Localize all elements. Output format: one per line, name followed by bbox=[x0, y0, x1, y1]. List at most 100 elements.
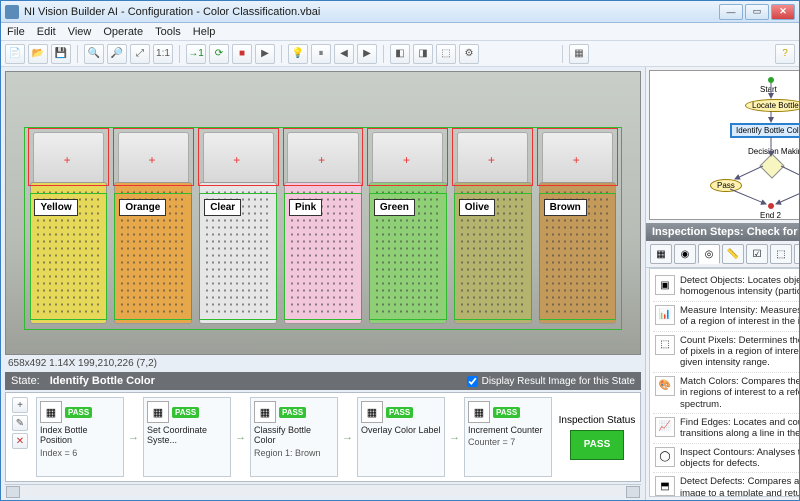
step-icon[interactable]: ▶ bbox=[255, 44, 275, 64]
tab-7[interactable]: ⇄ bbox=[794, 244, 799, 264]
tab-6[interactable]: ⬚ bbox=[770, 244, 792, 264]
bottle-label: Yellow bbox=[34, 199, 77, 216]
tool-b-icon[interactable]: ◨ bbox=[413, 44, 433, 64]
inspection-item-icon: ⬚ bbox=[655, 335, 675, 355]
inspection-item-text: Inspect Contours: Analyses the contour o… bbox=[680, 447, 799, 470]
close-button[interactable]: ✕ bbox=[771, 4, 795, 20]
maximize-button[interactable]: ▭ bbox=[745, 4, 769, 20]
new-icon[interactable]: 📄 bbox=[5, 44, 25, 64]
bottle-label: Brown bbox=[544, 199, 587, 216]
image-status: 658x492 1.14X 199,210,226 (7,2) bbox=[5, 357, 641, 370]
tab-1[interactable]: ▦ bbox=[650, 244, 672, 264]
next-icon[interactable]: ▶ bbox=[357, 44, 377, 64]
open-icon[interactable]: 📂 bbox=[28, 44, 48, 64]
bottle-4: + Green bbox=[367, 132, 448, 324]
tab-4[interactable]: 📏 bbox=[722, 244, 744, 264]
tab-2[interactable]: ◉ bbox=[674, 244, 696, 264]
inspection-item-4[interactable]: 📈 Find Edges: Locates and counts intensi… bbox=[653, 414, 799, 444]
window-title: NI Vision Builder AI - Configuration - C… bbox=[24, 6, 719, 18]
bottle-3: + Pink bbox=[283, 132, 364, 324]
pause-icon[interactable]: ⏸ bbox=[311, 44, 331, 64]
inspection-status-result: PASS bbox=[570, 430, 624, 460]
tool-d-icon[interactable]: ⚙ bbox=[459, 44, 479, 64]
step-3[interactable]: ▦PASS Overlay Color Label bbox=[357, 397, 445, 477]
light-icon[interactable]: 💡 bbox=[288, 44, 308, 64]
step-4[interactable]: ▦PASS Increment Counter Counter = 7 bbox=[464, 397, 552, 477]
inspection-item-0[interactable]: ▣ Detect Objects: Locates objects of hom… bbox=[653, 272, 799, 302]
image-viewer[interactable]: + Yellow + Orange + Clear + Pink + Green… bbox=[5, 71, 641, 355]
title-bar[interactable]: NI Vision Builder AI - Configuration - C… bbox=[1, 1, 799, 23]
panel-toggle-icon[interactable]: ▦ bbox=[569, 44, 589, 64]
inspection-tabs: ▦ ◉ ◎ 📏 ☑ ⬚ ⇄ ⚙ ✎ bbox=[646, 241, 799, 268]
flowchart[interactable]: Start Locate Bottle End Identify Bottle … bbox=[649, 70, 799, 220]
bottle-1: + Orange bbox=[113, 132, 194, 324]
menu-edit[interactable]: Edit bbox=[37, 26, 56, 38]
save-icon[interactable]: 💾 bbox=[51, 44, 71, 64]
zoom-100-icon[interactable]: 1:1 bbox=[153, 44, 173, 64]
stop-icon[interactable]: ■ bbox=[232, 44, 252, 64]
bottle-label: Green bbox=[374, 199, 415, 216]
run-loop-icon[interactable]: ⟳ bbox=[209, 44, 229, 64]
inspection-item-3[interactable]: 🎨 Match Colors: Compares the color conte… bbox=[653, 373, 799, 414]
step-icon: ▦ bbox=[147, 401, 169, 423]
inspection-item-text: Detect Defects: Compares areas of an ima… bbox=[680, 476, 799, 497]
step-pass: PASS bbox=[65, 407, 92, 418]
strip-edit-icon[interactable]: ✎ bbox=[12, 415, 28, 431]
prev-icon[interactable]: ◀ bbox=[334, 44, 354, 64]
tab-3[interactable]: ◎ bbox=[698, 244, 720, 264]
step-name: Overlay Color Label bbox=[361, 425, 441, 435]
strip-del-icon[interactable]: ✕ bbox=[12, 433, 28, 449]
zoom-in-icon[interactable]: 🔍 bbox=[84, 44, 104, 64]
inspection-item-icon: ⬒ bbox=[655, 476, 675, 496]
display-result-input[interactable] bbox=[467, 376, 478, 387]
inspection-item-icon: 🎨 bbox=[655, 376, 675, 396]
tool-c-icon[interactable]: ⬚ bbox=[436, 44, 456, 64]
main-window: NI Vision Builder AI - Configuration - C… bbox=[0, 0, 800, 501]
step-pass: PASS bbox=[386, 407, 413, 418]
strip-add-icon[interactable]: + bbox=[12, 397, 28, 413]
inspection-item-2[interactable]: ⬚ Count Pixels: Determines the percentag… bbox=[653, 332, 799, 373]
step-pass: PASS bbox=[172, 407, 199, 418]
state-bar: State: Identify Bottle Color Display Res… bbox=[5, 372, 641, 390]
step-name: Index Bottle Position bbox=[40, 425, 120, 446]
step-icon: ▦ bbox=[361, 401, 383, 423]
zoom-out-icon[interactable]: 🔎 bbox=[107, 44, 127, 64]
app-icon bbox=[5, 5, 19, 19]
menu-file[interactable]: File bbox=[7, 26, 25, 38]
inspection-item-text: Match Colors: Compares the color content… bbox=[680, 376, 799, 410]
step-0[interactable]: ▦PASS Index Bottle Position Index = 6 bbox=[36, 397, 124, 477]
tab-5[interactable]: ☑ bbox=[746, 244, 768, 264]
menu-operate[interactable]: Operate bbox=[103, 26, 143, 38]
step-arrow: → bbox=[128, 431, 139, 443]
step-arrow: → bbox=[235, 431, 246, 443]
display-result-checkbox[interactable]: Display Result Image for this State bbox=[467, 376, 635, 387]
inspection-item-text: Measure Intensity: Measures the intensit… bbox=[680, 305, 799, 328]
bottle-2: + Clear bbox=[198, 132, 279, 324]
inspection-item-icon: ◯ bbox=[655, 447, 675, 467]
inspection-item-text: Count Pixels: Determines the percentage … bbox=[680, 335, 799, 369]
help-icon[interactable]: ? bbox=[775, 44, 795, 64]
inspection-panel-header: Inspection Steps: Check for Presence bbox=[646, 223, 799, 241]
step-2[interactable]: ▦PASS Classify Bottle Color Region 1: Br… bbox=[250, 397, 338, 477]
menu-view[interactable]: View bbox=[68, 26, 92, 38]
minimize-button[interactable]: — bbox=[719, 4, 743, 20]
inspection-list[interactable]: ▣ Detect Objects: Locates objects of hom… bbox=[649, 268, 799, 497]
step-name: Set Coordinate Syste... bbox=[147, 425, 227, 446]
tool-a-icon[interactable]: ◧ bbox=[390, 44, 410, 64]
step-name: Increment Counter bbox=[468, 425, 548, 435]
menu-bar: File Edit View Operate Tools Help bbox=[1, 23, 799, 41]
step-arrow: → bbox=[342, 431, 353, 443]
step-sub: Counter = 7 bbox=[468, 437, 548, 447]
inspection-item-1[interactable]: 📊 Measure Intensity: Measures the intens… bbox=[653, 302, 799, 332]
zoom-fit-icon[interactable]: ⤢ bbox=[130, 44, 150, 64]
inspection-item-icon: 📈 bbox=[655, 417, 675, 437]
inspection-item-6[interactable]: ⬒ Detect Defects: Compares areas of an i… bbox=[653, 473, 799, 497]
inspection-item-5[interactable]: ◯ Inspect Contours: Analyses the contour… bbox=[653, 444, 799, 474]
inspection-item-icon: ▣ bbox=[655, 275, 675, 295]
menu-help[interactable]: Help bbox=[193, 26, 216, 38]
step-1[interactable]: ▦PASS Set Coordinate Syste... bbox=[143, 397, 231, 477]
menu-tools[interactable]: Tools bbox=[155, 26, 181, 38]
inspection-status-label: Inspection Status bbox=[559, 415, 636, 426]
strip-scrollbar[interactable] bbox=[5, 484, 641, 496]
run-once-icon[interactable]: →1 bbox=[186, 44, 206, 64]
